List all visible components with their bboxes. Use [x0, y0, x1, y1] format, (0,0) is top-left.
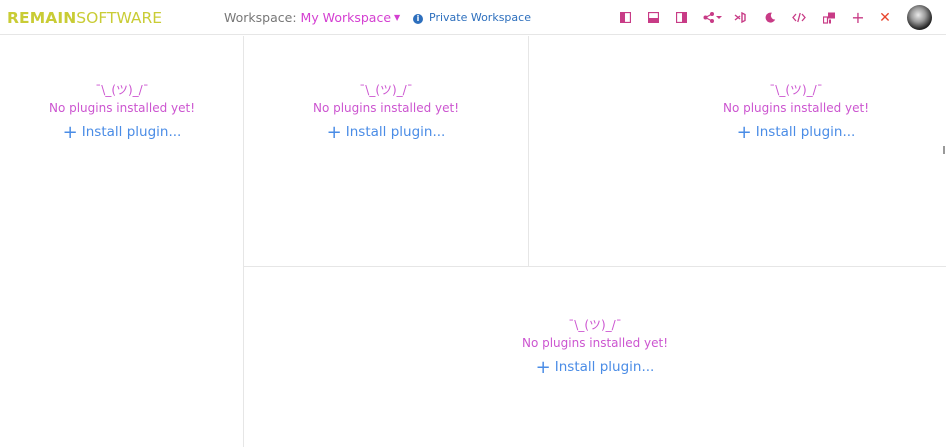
install-plugin-link[interactable]: + Install plugin... [313, 123, 459, 142]
info-icon: i [413, 14, 423, 24]
chevron-down-icon: ▼ [394, 13, 401, 22]
install-plugin-label: Install plugin... [81, 124, 182, 140]
toggle-bottom-panel-icon[interactable] [644, 9, 662, 27]
toggle-right-panel-icon[interactable] [672, 9, 690, 27]
install-plugin-link[interactable]: + Install plugin... [522, 358, 668, 377]
no-plugins-message: No plugins installed yet! [312, 101, 460, 115]
install-plugin-label: Install plugin... [755, 124, 856, 140]
add-icon[interactable]: + [849, 9, 867, 27]
private-workspace-indicator[interactable]: i Private Workspace [413, 11, 531, 24]
share-icon[interactable] [702, 9, 724, 27]
resize-handle[interactable] [943, 146, 945, 154]
workspace-name[interactable]: My Workspace [301, 10, 391, 25]
plus-icon: + [326, 122, 342, 143]
plugin-panel-top-middle: ¯\_(ツ)_/¯ No plugins installed yet! + Ins… [244, 36, 529, 267]
shrug-emoticon: ¯\_(ツ)_/¯ [769, 83, 823, 97]
shrug-emoticon: ¯\_(ツ)_/¯ [568, 318, 622, 332]
plugin-panel-bottom: ¯\_(ツ)_/¯ No plugins installed yet! + Ins… [244, 267, 946, 447]
no-plugins-message: No plugins installed yet! [521, 336, 669, 350]
plugins-icon[interactable] [820, 9, 838, 27]
shrug-emoticon: ¯\_(ツ)_/¯ [359, 83, 413, 97]
top-bar: REMAINSOFTWARE Workspace: My Workspace ▼ … [0, 0, 946, 35]
plus-icon: + [736, 122, 752, 143]
no-plugins-message: No plugins installed yet! [722, 101, 870, 115]
close-icon[interactable]: ✕ [876, 9, 894, 27]
private-workspace-label: Private Workspace [429, 11, 531, 24]
logo: REMAINSOFTWARE [7, 9, 162, 27]
install-plugin-label: Install plugin... [554, 359, 655, 375]
dark-mode-icon[interactable] [761, 9, 779, 27]
install-plugin-link[interactable]: + Install plugin... [49, 123, 195, 142]
plugin-panel-top-right: ¯\_(ツ)_/¯ No plugins installed yet! + Ins… [529, 36, 946, 267]
plus-icon: + [62, 122, 78, 143]
empty-state: ¯\_(ツ)_/¯ No plugins installed yet! + Ins… [49, 83, 195, 142]
install-plugin-label: Install plugin... [345, 124, 446, 140]
plugin-panel-left: ¯\_(ツ)_/¯ No plugins installed yet! + Ins… [0, 36, 244, 447]
vscode-icon[interactable] [731, 9, 749, 27]
workspace-label: Workspace: [224, 10, 297, 25]
logo-light-text: SOFTWARE [76, 9, 163, 27]
install-plugin-link[interactable]: + Install plugin... [723, 123, 869, 142]
toggle-left-panel-icon[interactable] [616, 9, 634, 27]
plus-icon: + [535, 357, 551, 378]
shrug-emoticon: ¯\_(ツ)_/¯ [95, 83, 149, 97]
logo-bold-text: REMAIN [7, 9, 77, 27]
workspace-selector[interactable]: Workspace: My Workspace ▼ [224, 10, 400, 25]
empty-state: ¯\_(ツ)_/¯ No plugins installed yet! + Ins… [313, 83, 459, 142]
no-plugins-message: No plugins installed yet! [48, 101, 196, 115]
avatar[interactable] [907, 5, 932, 30]
empty-state: ¯\_(ツ)_/¯ No plugins installed yet! + Ins… [522, 318, 668, 377]
code-icon[interactable] [790, 9, 808, 27]
empty-state: ¯\_(ツ)_/¯ No plugins installed yet! + Ins… [723, 83, 869, 142]
